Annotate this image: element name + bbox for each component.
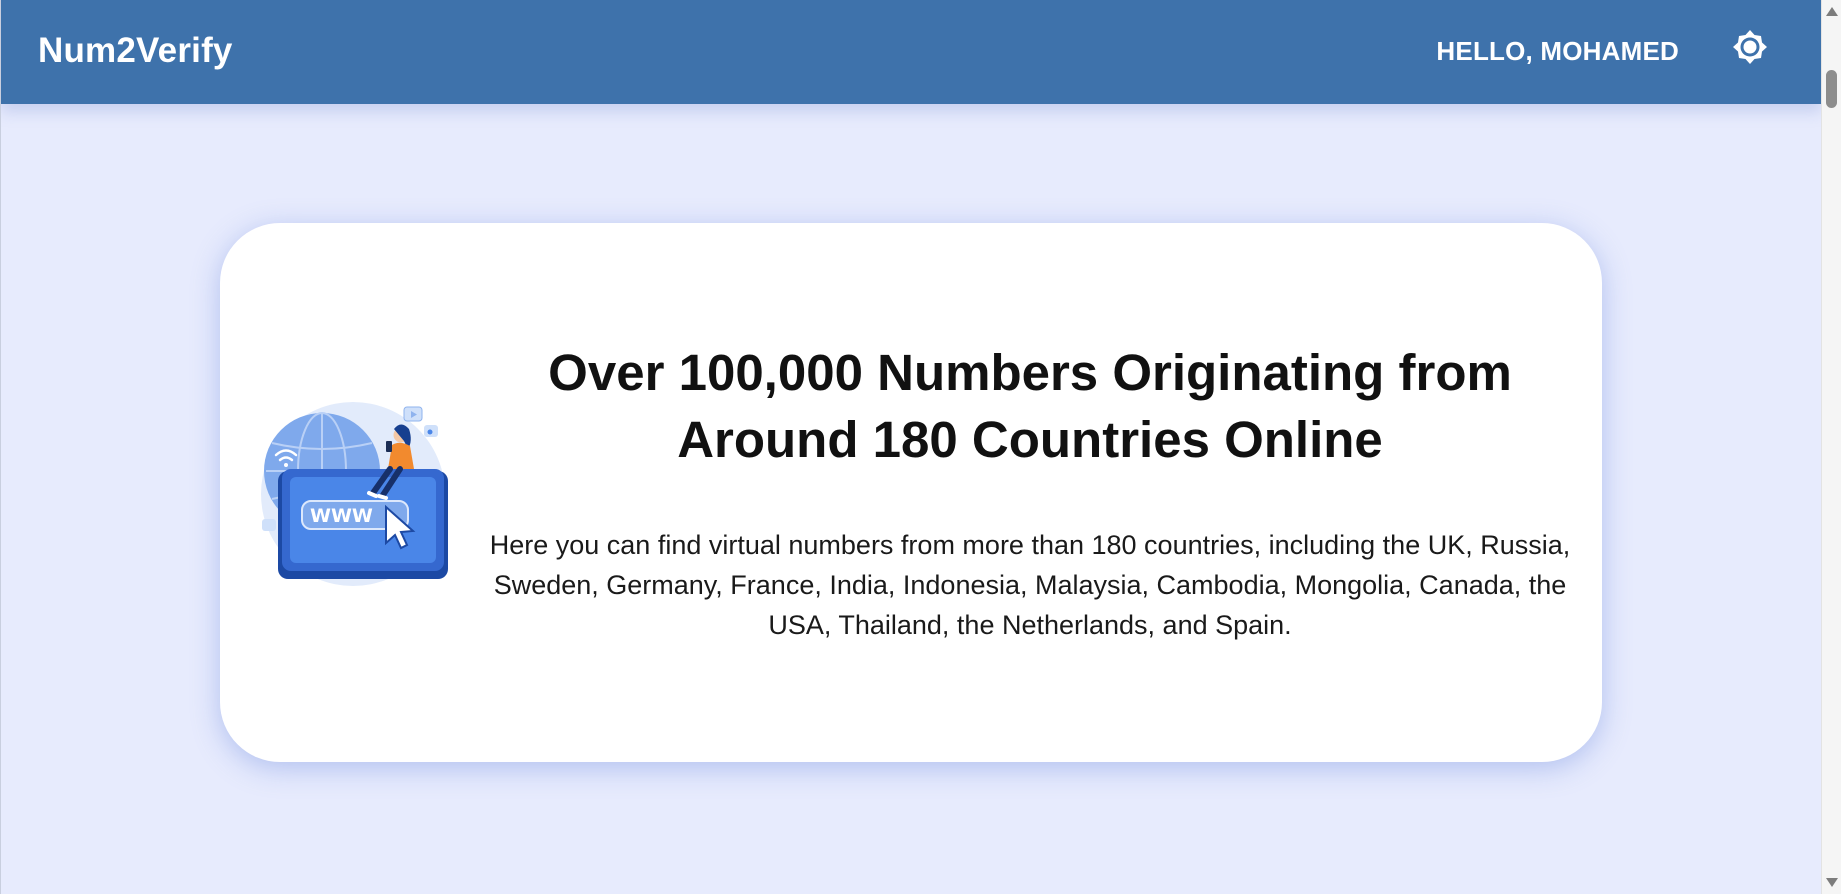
hero-card: WWW Over 100,000 Numbers Originating fro…: [220, 223, 1602, 762]
sun-icon: [1733, 30, 1767, 64]
www-laptop-illustration: WWW: [258, 399, 448, 589]
hero-title: Over 100,000 Numbers Originating from Ar…: [548, 344, 1512, 468]
scroll-down-arrow-icon[interactable]: [1826, 878, 1838, 887]
scrollbar-thumb[interactable]: [1826, 70, 1837, 108]
theme-toggle-button[interactable]: [1730, 27, 1770, 67]
brand-logo[interactable]: Num2Verify: [38, 31, 233, 71]
hero-description: Here you can find virtual numbers from m…: [489, 530, 1571, 640]
www-illustration-graphic: WWW: [261, 402, 448, 586]
vertical-scrollbar[interactable]: [1821, 0, 1841, 894]
app-window: Num2Verify HELLO, MOHAMED WWW Over 100,0…: [0, 0, 1821, 894]
top-navbar: Num2Verify HELLO, MOHAMED: [1, 0, 1821, 104]
user-greeting: HELLO, MOHAMED: [1436, 36, 1679, 66]
scroll-up-arrow-icon[interactable]: [1826, 7, 1838, 16]
illustration-www-text: WWW: [310, 505, 373, 527]
